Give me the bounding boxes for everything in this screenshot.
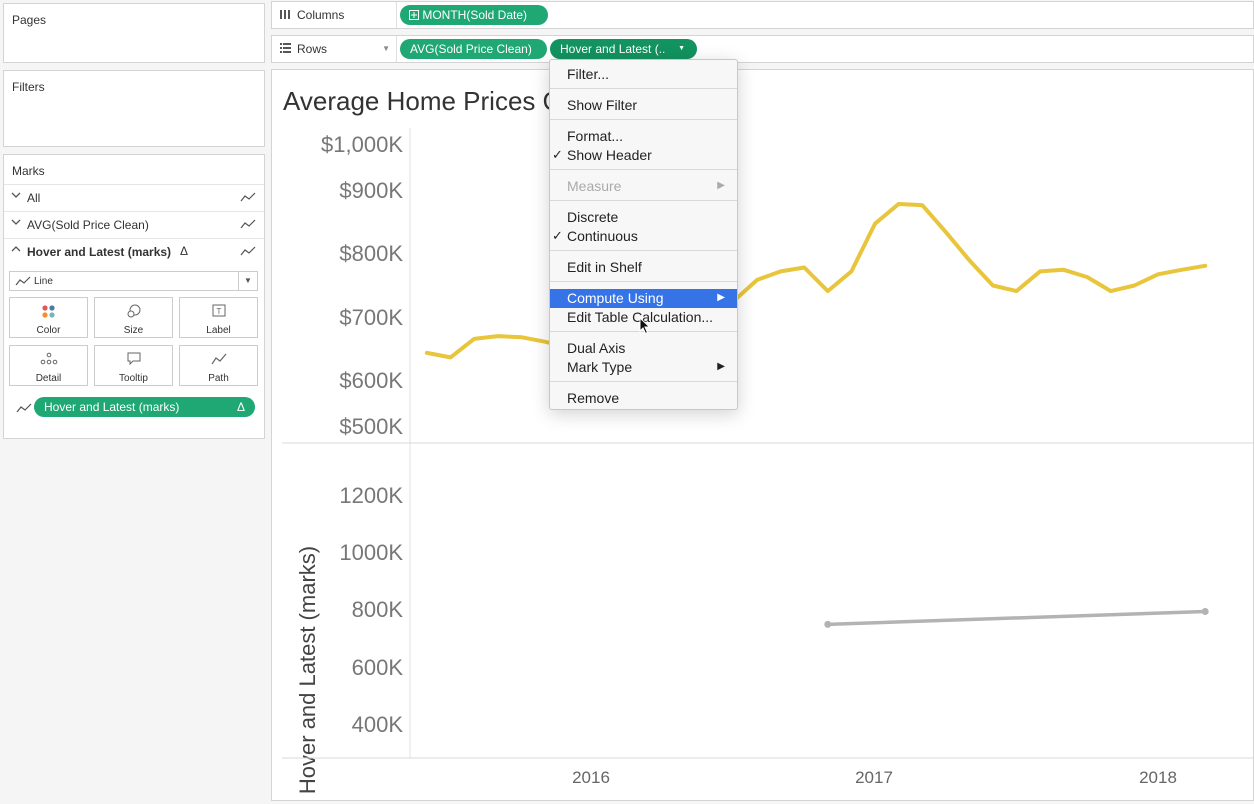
hover-latest-point[interactable] — [824, 620, 832, 628]
avg-sold-price-pill[interactable]: AVG(Sold Price Clean) — [400, 39, 547, 59]
chart-area[interactable]: Average Home Prices Over Time $1,000K $9… — [271, 69, 1254, 801]
menu-separator — [550, 200, 737, 201]
rows-icon — [279, 41, 291, 56]
expand-icon — [409, 8, 422, 22]
menu-item-format[interactable]: Format... — [550, 127, 737, 146]
marks-row-hover-latest[interactable]: Hover and Latest (marks) Δ — [4, 238, 264, 265]
avg-price-series-line[interactable] — [424, 202, 1208, 364]
marks-row-label: All — [27, 191, 41, 205]
hover-latest-point[interactable] — [1201, 608, 1209, 615]
path-icon — [180, 352, 257, 366]
card-label: Label — [206, 325, 231, 336]
tooltip-card[interactable]: Tooltip — [94, 345, 173, 386]
label-icon: T — [180, 304, 257, 318]
chevron-down-icon[interactable] — [11, 217, 21, 229]
detail-icon — [10, 352, 87, 366]
line-mark-icon — [240, 245, 256, 260]
columns-shelf-label: Columns — [272, 2, 397, 28]
dropdown-arrow-icon[interactable]: ▼ — [238, 272, 257, 290]
submenu-arrow-icon: ▶ — [717, 292, 725, 303]
menu-separator — [550, 169, 737, 170]
menu-separator — [550, 88, 737, 89]
delta-icon: Δ — [180, 244, 189, 258]
menu-item-filter[interactable]: Filter... — [550, 65, 737, 84]
card-label: Size — [123, 325, 144, 336]
mark-type-select[interactable]: Line ▼ — [9, 271, 258, 291]
line-mark-icon — [240, 191, 256, 206]
marks-row-all[interactable]: All — [4, 184, 264, 211]
submenu-arrow-icon: ▶ — [717, 180, 725, 191]
chevron-down-icon[interactable] — [11, 190, 21, 202]
tooltip-icon — [95, 352, 172, 366]
delta-icon: Δ — [236, 400, 245, 414]
line-mark-icon — [15, 275, 31, 290]
menu-separator — [550, 119, 737, 120]
filters-panel[interactable]: Filters — [3, 70, 265, 147]
marks-title: Marks — [12, 164, 45, 178]
checkmark-icon: ✓ — [552, 147, 563, 162]
menu-item-mark-type[interactable]: Mark Type ▶ — [550, 358, 737, 377]
menu-item-compute-using[interactable]: Compute Using ▶ — [550, 289, 737, 308]
menu-item-continuous[interactable]: ✓ Continuous — [550, 227, 737, 246]
pages-title: Pages — [12, 13, 47, 27]
pill-label: AVG(Sold Price Clean) — [410, 42, 532, 56]
columns-shelf[interactable]: Columns MONTH(Sold Date) — [271, 1, 1254, 29]
rows-label-text: Rows — [297, 42, 328, 56]
month-sold-date-pill[interactable]: MONTH(Sold Date) — [400, 5, 548, 25]
checkmark-icon: ✓ — [552, 228, 563, 243]
menu-separator — [550, 281, 737, 282]
rows-shelf-label: Rows ▼ — [272, 36, 397, 62]
dropdown-arrow-icon[interactable]: ▼ — [382, 44, 390, 53]
line-mark-icon — [240, 218, 256, 233]
marks-row-label: AVG(Sold Price Clean) — [27, 218, 149, 232]
marks-panel: Marks All AVG(Sold Price Clean) Hover an… — [3, 154, 265, 439]
columns-icon — [279, 7, 291, 22]
pill-label: Hover and Latest (.. — [560, 42, 666, 56]
context-menu: Filter... Show Filter Format... ✓ Show He… — [549, 59, 738, 410]
color-card[interactable]: Color — [9, 297, 88, 338]
pages-panel[interactable]: Pages — [3, 3, 265, 63]
filters-title: Filters — [12, 80, 45, 94]
hover-latest-pill[interactable]: Hover and Latest (.. ▼ — [550, 39, 697, 59]
line-mark-icon — [16, 401, 32, 419]
marks-field-pill[interactable]: Hover and Latest (marks) Δ — [34, 397, 255, 417]
menu-separator — [550, 250, 737, 251]
card-label: Path — [208, 373, 229, 384]
color-icon — [10, 304, 87, 318]
card-label: Detail — [35, 373, 62, 384]
pill-label: MONTH(Sold Date) — [422, 8, 528, 22]
mark-type-value: Line — [34, 276, 53, 287]
pill-dropdown-icon[interactable]: ▼ — [678, 39, 685, 59]
chevron-up-icon[interactable] — [11, 244, 21, 256]
size-card[interactable]: Size — [94, 297, 173, 338]
hover-latest-series-line[interactable] — [827, 609, 1206, 627]
menu-item-dual-axis[interactable]: Dual Axis — [550, 339, 737, 358]
pill-label: Hover and Latest (marks) — [44, 400, 180, 414]
detail-card[interactable]: Detail — [9, 345, 88, 386]
marks-row-avg-sold-price[interactable]: AVG(Sold Price Clean) — [4, 211, 264, 238]
label-card[interactable]: T Label — [179, 297, 258, 338]
menu-item-discrete[interactable]: Discrete — [550, 208, 737, 227]
menu-item-show-header[interactable]: ✓ Show Header — [550, 146, 737, 165]
menu-separator — [550, 381, 737, 382]
mouse-cursor-icon — [639, 317, 651, 335]
card-label: Color — [36, 325, 61, 336]
menu-item-show-filter[interactable]: Show Filter — [550, 96, 737, 115]
svg-text:T: T — [216, 307, 221, 316]
submenu-arrow-icon: ▶ — [717, 361, 725, 372]
columns-label-text: Columns — [297, 8, 345, 22]
rows-shelf[interactable]: Rows ▼ AVG(Sold Price Clean) Hover and L… — [271, 35, 1254, 63]
path-card[interactable]: Path — [179, 345, 258, 386]
menu-item-measure: Measure ▶ — [567, 178, 725, 194]
marks-row-label: Hover and Latest (marks) — [27, 245, 172, 259]
plot-svg — [282, 128, 1253, 759]
menu-item-edit-in-shelf[interactable]: Edit in Shelf — [550, 258, 737, 277]
menu-item-remove[interactable]: Remove — [550, 389, 737, 408]
card-label: Tooltip — [119, 373, 148, 384]
size-icon — [95, 304, 172, 318]
